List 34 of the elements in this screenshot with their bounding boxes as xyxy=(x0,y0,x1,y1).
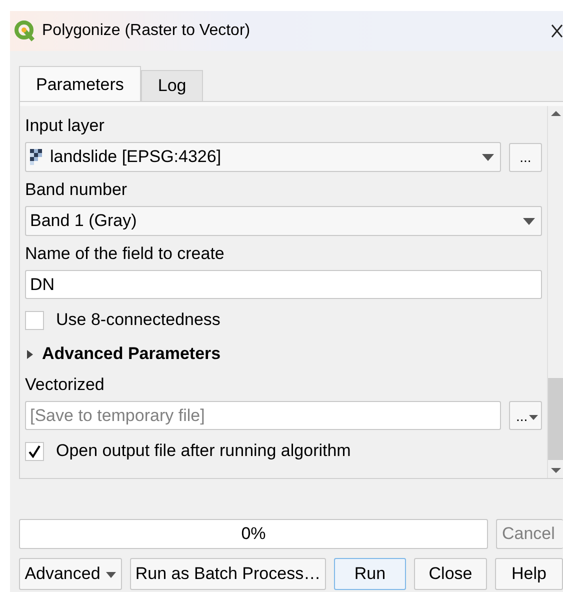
progress-bar: 0% xyxy=(19,519,488,549)
section-header[interactable]: Advanced Parameters xyxy=(42,341,221,367)
menu-button[interactable]: Advanced xyxy=(19,558,122,590)
field-label: Input layer xyxy=(25,115,106,137)
dropdown-caret-icon xyxy=(523,218,535,224)
checkbox-label: Use 8-connectedness xyxy=(56,309,220,332)
dropdown-field[interactable]: Band 1 (Gray) xyxy=(25,206,542,236)
tab[interactable]: Log xyxy=(140,70,204,101)
dropdown-caret-icon xyxy=(529,415,538,420)
checkbox-label: Open output file after running algorithm xyxy=(56,440,351,462)
button[interactable]: Help xyxy=(495,558,563,590)
button[interactable]: Run xyxy=(334,558,406,590)
button[interactable]: Run as Batch Process… xyxy=(130,558,326,590)
dropdown-caret-icon xyxy=(482,154,494,160)
close-icon[interactable] xyxy=(551,24,563,38)
text-field[interactable]: DN xyxy=(25,270,542,299)
tab[interactable]: Parameters xyxy=(19,66,141,101)
scrollbar-thumb[interactable] xyxy=(548,378,563,460)
dropdown-field[interactable]: landslide [EPSG:4326] xyxy=(25,142,501,172)
dropdown-value: Band 1 (Gray) xyxy=(30,210,137,232)
window-title: Polygonize (Raster to Vector) xyxy=(42,21,250,41)
checkbox[interactable] xyxy=(25,442,44,460)
button[interactable]: Close xyxy=(414,558,487,590)
app-logo-icon xyxy=(14,20,36,42)
dropdown-value: landslide [EPSG:4326] xyxy=(50,146,222,168)
field-label: Name of the field to create xyxy=(25,243,226,265)
expand-arrow-icon[interactable] xyxy=(25,350,34,358)
checkbox[interactable] xyxy=(25,310,44,330)
field-label: Vectorized xyxy=(25,374,106,396)
browse-button[interactable]: ... xyxy=(509,401,542,430)
dropdown-caret-icon xyxy=(106,572,116,578)
field-label: Band number xyxy=(25,179,128,201)
output-file-field[interactable]: [Save to temporary file] xyxy=(25,401,501,430)
browse-button[interactable]: ... xyxy=(509,142,542,172)
